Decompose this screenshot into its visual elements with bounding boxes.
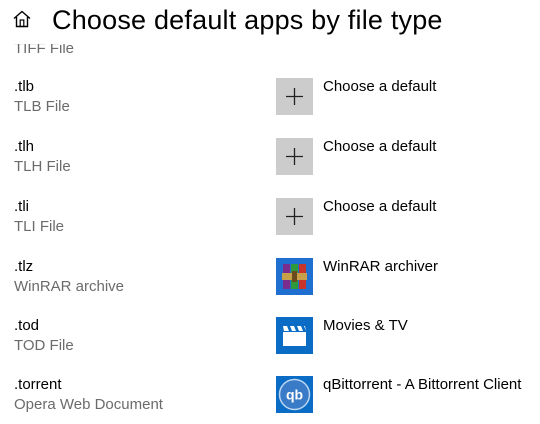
settings-window: TIFF File .tlb TLB File Choose a default… [0, 0, 540, 424]
qbittorrent-icon: qb [276, 376, 313, 413]
list-item: .tlh TLH File Choose a default [0, 138, 540, 198]
file-extension: .tlz [14, 258, 34, 275]
file-type-description: TLH File [14, 158, 71, 175]
file-extension: .tli [14, 198, 29, 215]
choose-default-button[interactable]: Choose a default [276, 78, 536, 118]
app-name: Choose a default [323, 78, 437, 95]
list-item: .tlz WinRAR archive WinRAR archiver [0, 258, 540, 318]
page-title: Choose default apps by file type [52, 5, 443, 35]
winrar-icon [276, 258, 313, 295]
list-item: .tlb TLB File Choose a default [0, 78, 540, 138]
list-item: .tli TLI File Choose a default [0, 198, 540, 258]
plus-icon [276, 198, 313, 235]
file-type-list: TIFF File .tlb TLB File Choose a default… [0, 0, 540, 424]
file-type-description: Opera Web Document [14, 396, 163, 413]
default-app-button[interactable]: WinRAR archiver [276, 258, 536, 298]
file-extension: .tlb [14, 78, 35, 95]
list-item: .torrent Opera Web Document qb qBittorre… [0, 376, 540, 424]
default-app-button[interactable]: qb qBittorrent - A Bittorrent Client [276, 376, 536, 416]
app-name: qBittorrent - A Bittorrent Client [323, 376, 522, 393]
file-type-description: TOD File [14, 337, 74, 354]
choose-default-button[interactable]: Choose a default [276, 138, 536, 178]
default-app-button[interactable]: Movies & TV [276, 317, 536, 357]
list-item: .tod TOD File Movies & TV [0, 317, 540, 377]
choose-default-button[interactable]: Choose a default [276, 198, 536, 238]
file-type-description: WinRAR archive [14, 278, 125, 295]
app-name: Choose a default [323, 138, 437, 155]
app-name: WinRAR archiver [323, 258, 439, 275]
plus-icon [276, 78, 313, 115]
home-icon[interactable] [12, 9, 34, 31]
file-extension: .tod [14, 317, 40, 334]
movies-tv-icon [276, 317, 313, 354]
file-extension: .tlh [14, 138, 35, 155]
app-name: Movies & TV [323, 317, 408, 334]
file-extension: .torrent [14, 376, 62, 393]
app-name: Choose a default [323, 198, 437, 215]
file-type-description: TLB File [14, 98, 70, 115]
qbittorrent-icon-text: qb [286, 387, 303, 403]
plus-icon [276, 138, 313, 175]
file-type-description: TLI File [14, 218, 65, 235]
page-header: Choose default apps by file type [0, 0, 540, 44]
